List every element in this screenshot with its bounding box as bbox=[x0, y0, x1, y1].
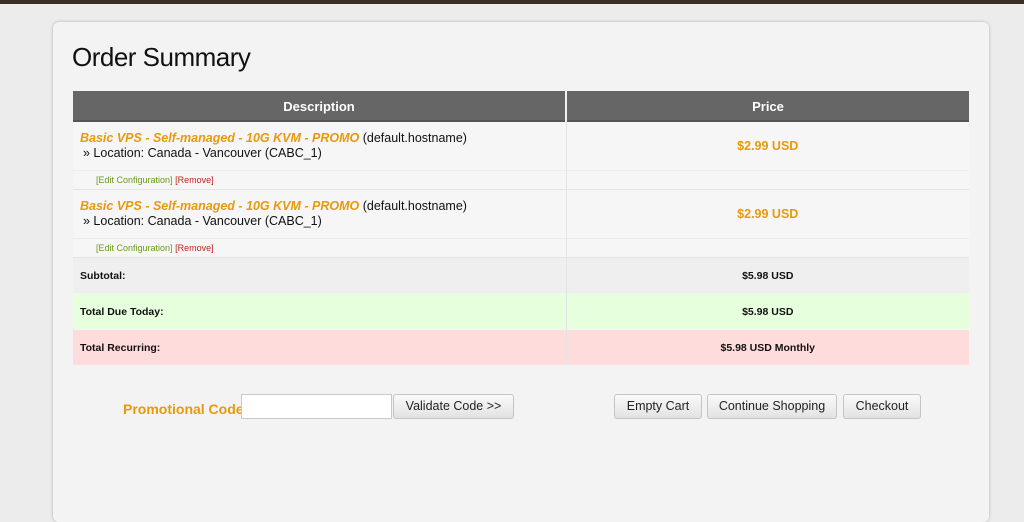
item-price: $2.99 USD bbox=[566, 189, 969, 239]
remove-item-link[interactable]: [Remove] bbox=[175, 175, 214, 185]
product-name: Basic VPS - Self-managed - 10G KVM - PRO… bbox=[80, 131, 360, 145]
cart-item-actions-row: [Edit Configuration] [Remove] bbox=[73, 238, 969, 258]
item-price: $2.99 USD bbox=[566, 122, 969, 171]
order-summary-panel: Order Summary Description Price Basic VP… bbox=[53, 22, 989, 522]
total-recurring-label: Total Recurring: bbox=[73, 329, 567, 365]
item-actions: [Edit Configuration] [Remove] bbox=[73, 170, 567, 190]
page-title: Order Summary bbox=[72, 42, 251, 72]
total-due-value: $5.98 USD bbox=[566, 293, 969, 330]
continue-shopping-button[interactable]: Continue Shopping bbox=[707, 394, 837, 419]
item-actions: [Edit Configuration] [Remove] bbox=[73, 238, 567, 258]
hostname: (default.hostname) bbox=[362, 131, 467, 145]
cart-item-row: Basic VPS - Self-managed - 10G KVM - PRO… bbox=[73, 122, 969, 171]
item-description: Basic VPS - Self-managed - 10G KVM - PRO… bbox=[73, 189, 567, 239]
subtotal-row: Subtotal: $5.98 USD bbox=[73, 257, 969, 294]
cart-table: Description Price Basic VPS - Self-manag… bbox=[73, 91, 969, 365]
table-header-row: Description Price bbox=[73, 91, 969, 122]
item-location: » Location: Canada - Vancouver (CABC_1) bbox=[83, 146, 322, 160]
total-recurring-row: Total Recurring: $5.98 USD Monthly bbox=[73, 329, 969, 365]
hostname: (default.hostname) bbox=[362, 199, 467, 213]
edit-configuration-link[interactable]: [Edit Configuration] bbox=[96, 243, 173, 253]
cart-item-row: Basic VPS - Self-managed - 10G KVM - PRO… bbox=[73, 189, 969, 239]
subtotal-label: Subtotal: bbox=[73, 257, 567, 294]
description-header: Description bbox=[73, 91, 567, 122]
product-name: Basic VPS - Self-managed - 10G KVM - PRO… bbox=[80, 199, 360, 213]
promo-code-input[interactable] bbox=[241, 394, 392, 419]
subtotal-value: $5.98 USD bbox=[566, 257, 969, 294]
item-description: Basic VPS - Self-managed - 10G KVM - PRO… bbox=[73, 122, 567, 171]
total-due-row: Total Due Today: $5.98 USD bbox=[73, 293, 969, 330]
checkout-button[interactable]: Checkout bbox=[843, 394, 921, 419]
empty-cart-button[interactable]: Empty Cart bbox=[614, 394, 702, 419]
validate-code-button[interactable]: Validate Code >> bbox=[393, 394, 514, 419]
item-location: » Location: Canada - Vancouver (CABC_1) bbox=[83, 214, 322, 228]
total-due-label: Total Due Today: bbox=[73, 293, 567, 330]
remove-item-link[interactable]: [Remove] bbox=[175, 243, 214, 253]
top-bar bbox=[0, 0, 1024, 4]
promo-code-label: Promotional Code bbox=[123, 401, 244, 417]
price-header: Price bbox=[566, 91, 969, 122]
edit-configuration-link[interactable]: [Edit Configuration] bbox=[96, 175, 173, 185]
cart-item-actions-row: [Edit Configuration] [Remove] bbox=[73, 170, 969, 190]
total-recurring-value: $5.98 USD Monthly bbox=[566, 329, 969, 365]
